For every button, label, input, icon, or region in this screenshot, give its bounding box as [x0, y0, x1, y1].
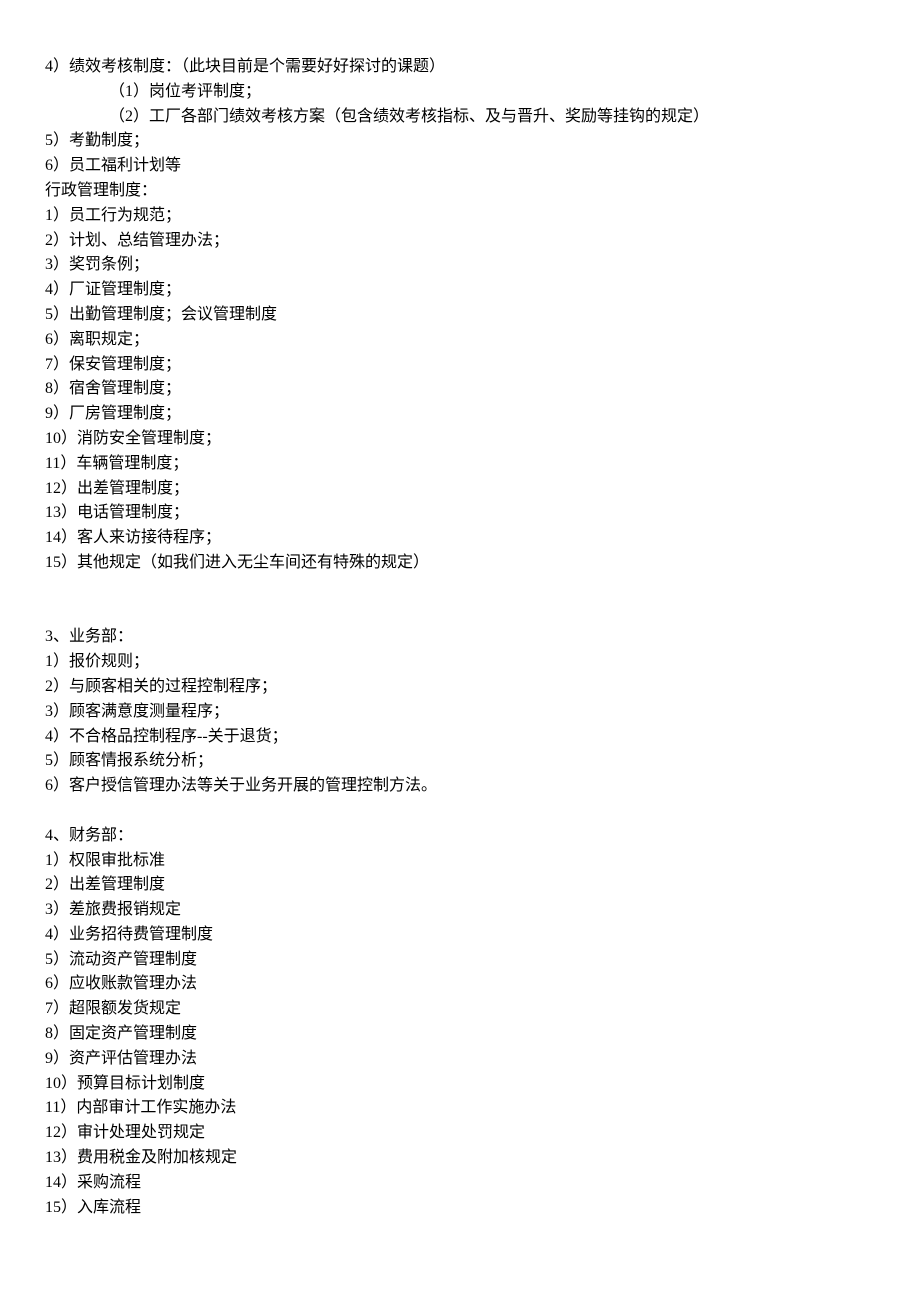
- text-line: 5）出勤管理制度；会议管理制度: [45, 303, 875, 328]
- text-line: 4）厂证管理制度；: [45, 278, 875, 303]
- text-line: 11）内部审计工作实施办法: [45, 1096, 875, 1121]
- text-line: 2）计划、总结管理办法；: [45, 229, 875, 254]
- text-line: 3、业务部：: [45, 625, 875, 650]
- text-line: 7）超限额发货规定: [45, 997, 875, 1022]
- text-line: 6）客户授信管理办法等关于业务开展的管理控制方法。: [45, 774, 875, 799]
- text-line: 1）权限审批标准: [45, 849, 875, 874]
- text-line: 13）电话管理制度；: [45, 501, 875, 526]
- text-line: （1）岗位考评制度；: [45, 80, 875, 105]
- text-line: 1）报价规则；: [45, 650, 875, 675]
- blank-line: [45, 799, 875, 824]
- text-line: 4、财务部：: [45, 824, 875, 849]
- text-line: 12）出差管理制度；: [45, 477, 875, 502]
- blank-line: [45, 576, 875, 601]
- text-line: 3）奖罚条例；: [45, 253, 875, 278]
- text-line: 6）应收账款管理办法: [45, 972, 875, 997]
- text-line: 10）消防安全管理制度；: [45, 427, 875, 452]
- blank-line: [45, 601, 875, 626]
- text-line: 6）员工福利计划等: [45, 154, 875, 179]
- text-line: 1）员工行为规范；: [45, 204, 875, 229]
- text-line: 4）绩效考核制度：（此块目前是个需要好好探讨的课题）: [45, 55, 875, 80]
- text-line: 5）顾客情报系统分析；: [45, 749, 875, 774]
- text-line: 15）其他规定（如我们进入无尘车间还有特殊的规定）: [45, 551, 875, 576]
- text-line: 2）出差管理制度: [45, 873, 875, 898]
- text-line: 9）厂房管理制度；: [45, 402, 875, 427]
- text-line: 3）差旅费报销规定: [45, 898, 875, 923]
- text-line: 4）业务招待费管理制度: [45, 923, 875, 948]
- text-line: 8）宿舍管理制度；: [45, 377, 875, 402]
- text-line: 5）流动资产管理制度: [45, 948, 875, 973]
- text-line: 2）与顾客相关的过程控制程序；: [45, 675, 875, 700]
- text-line: （2）工厂各部门绩效考核方案（包含绩效考核指标、及与晋升、奖励等挂钩的规定）: [45, 105, 875, 130]
- text-line: 5）考勤制度；: [45, 129, 875, 154]
- text-line: 12）审计处理处罚规定: [45, 1121, 875, 1146]
- text-line: 8）固定资产管理制度: [45, 1022, 875, 1047]
- text-line: 10）预算目标计划制度: [45, 1072, 875, 1097]
- text-line: 11）车辆管理制度；: [45, 452, 875, 477]
- text-line: 行政管理制度：: [45, 179, 875, 204]
- text-line: 9）资产评估管理办法: [45, 1047, 875, 1072]
- text-line: 13）费用税金及附加核规定: [45, 1146, 875, 1171]
- text-line: 4）不合格品控制程序--关于退货；: [45, 725, 875, 750]
- text-line: 6）离职规定；: [45, 328, 875, 353]
- text-line: 15）入库流程: [45, 1196, 875, 1221]
- text-line: 14）采购流程: [45, 1171, 875, 1196]
- text-line: 7）保安管理制度；: [45, 353, 875, 378]
- text-line: 14）客人来访接待程序；: [45, 526, 875, 551]
- document-body: 4）绩效考核制度：（此块目前是个需要好好探讨的课题）（1）岗位考评制度；（2）工…: [45, 55, 875, 1220]
- text-line: 3）顾客满意度测量程序；: [45, 700, 875, 725]
